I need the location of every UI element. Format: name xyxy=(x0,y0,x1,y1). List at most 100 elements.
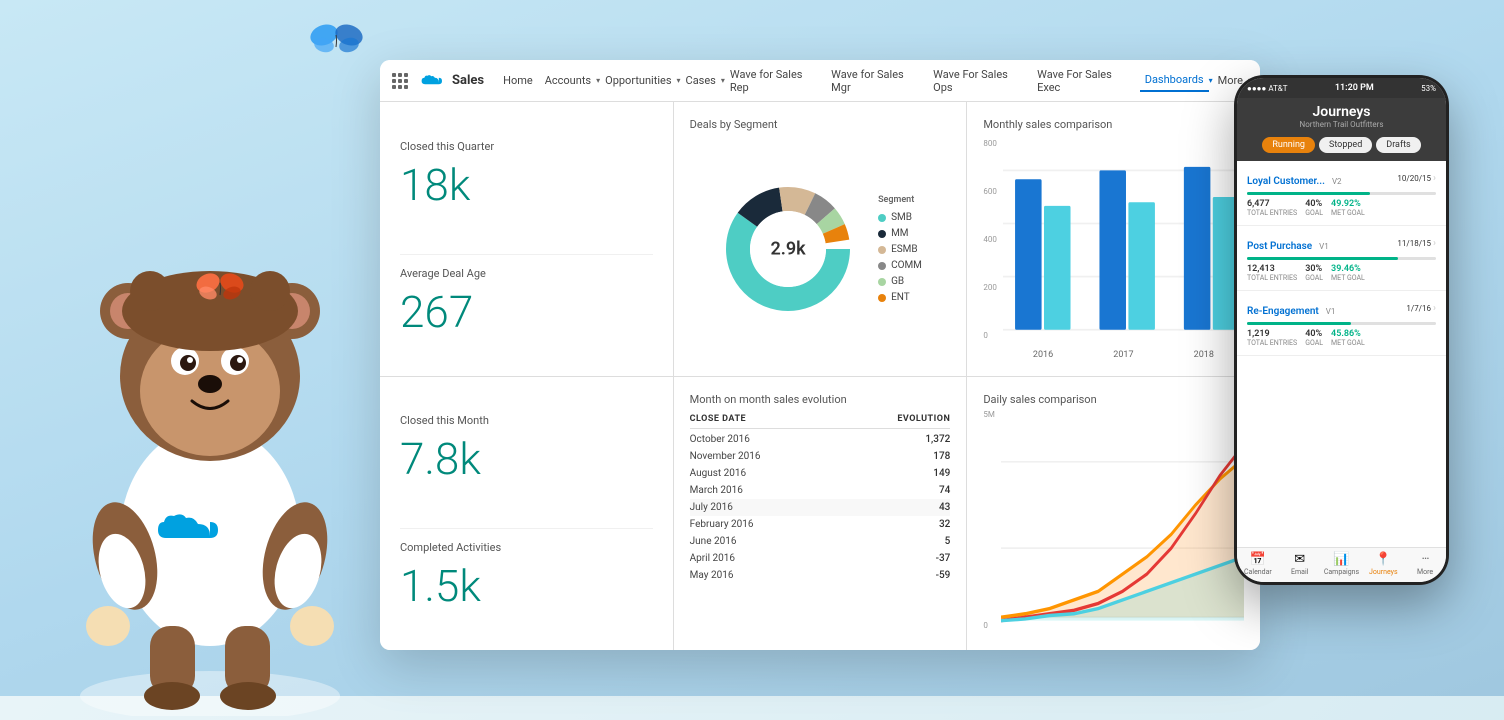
nav-item-sales-exec[interactable]: Wave For Sales Exec xyxy=(1032,64,1140,98)
table-row-6: June 2016 5 xyxy=(690,533,951,550)
nav-item-opportunities[interactable]: Opportunities xyxy=(600,70,676,91)
closed-quarter-title: Closed this Quarter xyxy=(400,140,653,153)
completed-activities-value: 1.5k xyxy=(400,560,653,612)
nav-item-sales-mgr[interactable]: Wave for Sales Mgr xyxy=(826,64,928,98)
area-chart xyxy=(1001,410,1244,635)
bar-x-labels: 2016 2017 2018 xyxy=(1003,350,1244,360)
closed-month-section: Closed this Month 7.8k xyxy=(400,414,653,485)
journey-0-stat-2: 49.92% MET GOAL xyxy=(1331,199,1365,217)
card-daily-sales: Daily sales comparison 5M 0 xyxy=(967,377,1260,651)
legend-title: Segment xyxy=(878,195,922,205)
phone-nav-more[interactable]: ··· More xyxy=(1404,552,1446,576)
table-title: Month on month sales evolution xyxy=(690,393,951,406)
phone-app-title: Journeys xyxy=(1245,104,1438,120)
journey-0-version: V2 xyxy=(1332,177,1342,186)
phone-app-header: Journeys Northern Trail Outfitters xyxy=(1237,98,1446,133)
chevron-right-icon-2: › xyxy=(1433,303,1436,314)
donut-center-value: 2.9k xyxy=(770,239,805,260)
table-row-5: February 2016 32 xyxy=(690,516,951,533)
journey-item-0[interactable]: Loyal Customer... V2 10/20/15 › 6,477 TO… xyxy=(1237,161,1446,226)
card-donut: Deals by Segment xyxy=(674,102,967,376)
journey-0-stat-1: 40% GOAL xyxy=(1305,199,1323,217)
butterfly-left-icon xyxy=(195,265,245,305)
journey-2-name: Re-Engagement xyxy=(1247,306,1319,317)
journey-1-stat-0: 12,413 TOTAL ENTRIES xyxy=(1247,264,1297,282)
journey-1-stat-1: 30% GOAL xyxy=(1305,264,1323,282)
phone-app-subtitle: Northern Trail Outfitters xyxy=(1245,120,1438,129)
nav-item-home[interactable]: Home xyxy=(496,70,540,91)
table-row-3: March 2016 74 xyxy=(690,482,951,499)
journey-2-stat-2: 45.86% MET GOAL xyxy=(1331,329,1365,347)
phone-inner: ●●●● AT&T 11:20 PM 53% Journeys Northern… xyxy=(1237,78,1446,582)
journey-item-2[interactable]: Re-Engagement V1 1/7/16 › 1,219 TOTAL EN… xyxy=(1237,291,1446,356)
card-table: Month on month sales evolution CLOSE DAT… xyxy=(674,377,967,651)
phone-container: ●●●● AT&T 11:20 PM 53% Journeys Northern… xyxy=(1234,75,1449,585)
grid-icon[interactable] xyxy=(388,69,412,93)
table-row-8: May 2016 -59 xyxy=(690,567,951,584)
table-col2-header: EVOLUTION xyxy=(897,414,950,424)
journey-2-stat-1: 40% GOAL xyxy=(1305,329,1323,347)
card-monthly-sales: Monthly sales comparison 800 600 400 200… xyxy=(967,102,1260,376)
table-header-row: CLOSE DATE EVOLUTION xyxy=(690,414,951,429)
legend-comm: COMM xyxy=(878,260,922,271)
nav-item-cases[interactable]: Cases xyxy=(681,70,721,91)
nav-item-dashboards[interactable]: Dashboards xyxy=(1140,69,1209,92)
journey-0-progress xyxy=(1247,192,1436,195)
table-row-1: November 2016 178 xyxy=(690,448,951,465)
table-row-7: April 2016 -37 xyxy=(690,550,951,567)
card-metrics-bottom-left: Closed this Month 7.8k Completed Activit… xyxy=(380,377,673,651)
legend-ent: ENT xyxy=(878,292,922,303)
y-axis: 800 600 400 200 0 xyxy=(983,135,999,360)
legend-gb: GB xyxy=(878,276,922,287)
avg-deal-age-title: Average Deal Age xyxy=(400,267,653,280)
chevron-right-icon-1: › xyxy=(1433,238,1436,249)
phone-tabs: Running Stopped Drafts xyxy=(1237,133,1446,161)
journey-1-progress xyxy=(1247,257,1436,260)
table-row-4: July 2016 43 xyxy=(690,499,951,516)
table-col1-header: CLOSE DATE xyxy=(690,414,746,424)
journey-0-date: 10/20/15 xyxy=(1397,174,1431,183)
journey-1-name: Post Purchase xyxy=(1247,241,1312,252)
journey-1-version: V1 xyxy=(1319,242,1329,251)
chevron-right-icon-0: › xyxy=(1433,173,1436,184)
table-row-2: August 2016 149 xyxy=(690,465,951,482)
avg-deal-age-value: 267 xyxy=(400,286,653,338)
phone-tab-stopped[interactable]: Stopped xyxy=(1319,137,1372,153)
laptop-container: Sales Home Accounts▾ Opportunities▾ Case… xyxy=(380,60,1260,650)
butterfly-top-icon xyxy=(309,15,364,60)
journey-0-stat-0: 6,477 TOTAL ENTRIES xyxy=(1247,199,1297,217)
nav-item-sales-ops[interactable]: Wave For Sales Ops xyxy=(928,64,1032,98)
phone-tab-drafts[interactable]: Drafts xyxy=(1376,137,1420,153)
daily-sales-title: Daily sales comparison xyxy=(983,393,1244,406)
donut-legend: Segment SMB MM ESMB COM xyxy=(878,195,922,303)
dashboard-grid: Closed this Quarter 18k Average Deal Age… xyxy=(380,102,1260,650)
nav-item-sales-rep[interactable]: Wave for Sales Rep xyxy=(725,64,826,98)
nav-bar: Sales Home Accounts▾ Opportunities▾ Case… xyxy=(380,60,1260,102)
nav-items: Home Accounts▾ Opportunities▾ Cases▾ Wav… xyxy=(496,64,1252,98)
legend-esmb: ESMB xyxy=(878,244,922,255)
phone-tab-running[interactable]: Running xyxy=(1262,137,1315,153)
bar-chart xyxy=(1003,135,1244,348)
nav-item-accounts[interactable]: Accounts xyxy=(540,70,596,91)
daily-y-axis: 5M 0 xyxy=(983,410,996,635)
journey-2-stat-0: 1,219 TOTAL ENTRIES xyxy=(1247,329,1297,347)
salesforce-logo xyxy=(420,72,444,90)
phone-bottom-nav: 📅 Calendar ✉ Email 📊 Campaigns 📍 Journey… xyxy=(1237,547,1446,582)
completed-activities-title: Completed Activities xyxy=(400,541,653,554)
phone-nav-calendar[interactable]: 📅 Calendar xyxy=(1237,552,1279,576)
legend-smb: SMB xyxy=(878,212,922,223)
journey-item-1[interactable]: Post Purchase V1 11/18/15 › 12,413 TOTAL… xyxy=(1237,226,1446,291)
monthly-sales-title: Monthly sales comparison xyxy=(983,118,1244,131)
phone-nav-campaigns[interactable]: 📊 Campaigns xyxy=(1321,552,1363,576)
nav-title: Sales xyxy=(452,73,484,88)
phone-nav-email[interactable]: ✉ Email xyxy=(1279,552,1321,576)
phone-nav-journeys[interactable]: 📍 Journeys xyxy=(1362,552,1404,576)
journey-2-version: V1 xyxy=(1326,307,1336,316)
closed-month-value: 7.8k xyxy=(400,433,653,485)
deals-segment-title: Deals by Segment xyxy=(690,118,951,131)
table-row-0: October 2016 1,372 xyxy=(690,431,951,448)
journey-0-name: Loyal Customer... xyxy=(1247,176,1325,187)
closed-month-title: Closed this Month xyxy=(400,414,653,427)
journey-2-progress xyxy=(1247,322,1436,325)
closed-quarter-value: 18k xyxy=(400,159,653,211)
